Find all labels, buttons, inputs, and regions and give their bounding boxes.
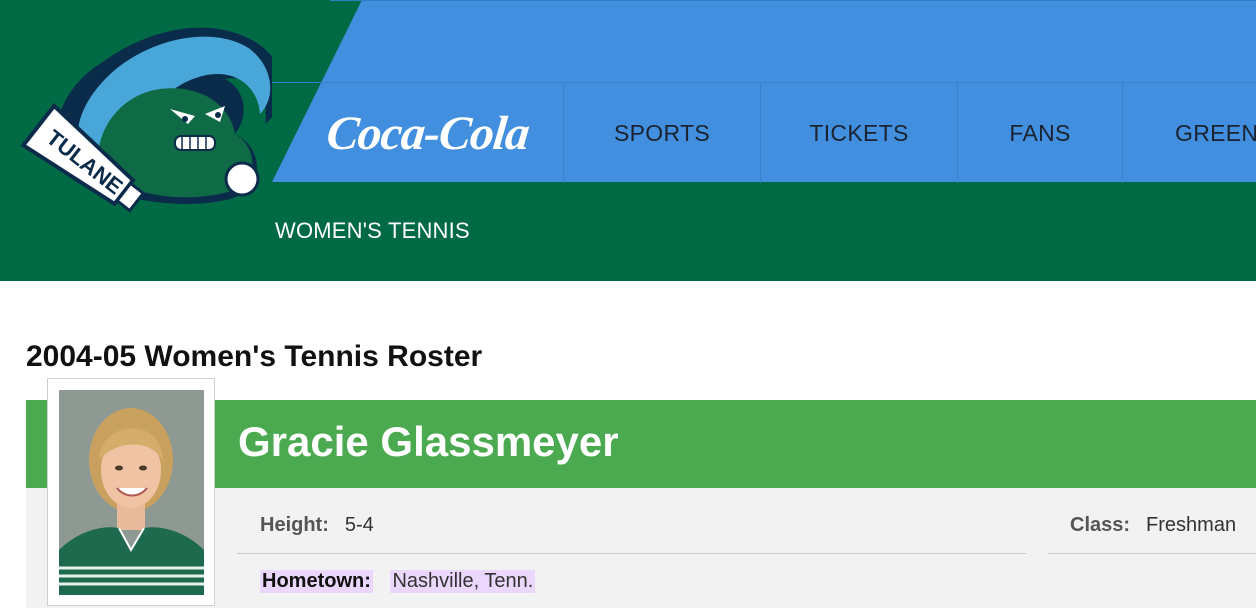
hometown-separator (379, 570, 385, 593)
hometown-field: Hometown: Nashville, Tenn. (260, 570, 536, 593)
player-photo (59, 390, 204, 595)
height-value: 5-4 (344, 514, 374, 536)
class-label: Class: (1070, 514, 1131, 536)
info-divider (237, 553, 1026, 554)
hometown-label: Hometown: (260, 570, 373, 593)
info-divider (1048, 553, 1256, 554)
nav-fans[interactable]: FANS (957, 83, 1122, 183)
player-name: Gracie Glassmeyer (238, 418, 619, 465)
sponsor-wordmark: Coca-Cola (323, 106, 532, 160)
nav-sports[interactable]: SPORTS (563, 83, 760, 183)
sponsor-logo[interactable]: Coca-Cola (272, 83, 563, 183)
class-value: Freshman (1146, 514, 1237, 536)
nav-green[interactable]: GREEN (1122, 83, 1256, 183)
site-header: Coca-Cola SPORTS TICKETS FANS GREEN WOME… (0, 0, 1256, 281)
height-label: Height: (260, 514, 329, 536)
top-strip (330, 0, 1256, 1)
class-field: Class: Freshman (1070, 514, 1236, 537)
height-field: Height: 5-4 (260, 514, 374, 537)
player-photo-frame (47, 378, 215, 606)
sport-title[interactable]: WOMEN'S TENNIS (275, 218, 470, 244)
tulane-wave-logo[interactable]: TULANE (20, 14, 272, 214)
nav-tickets[interactable]: TICKETS (760, 83, 957, 183)
main-nav: Coca-Cola SPORTS TICKETS FANS GREEN (272, 82, 1256, 183)
page-title: 2004-05 Women's Tennis Roster (26, 340, 483, 373)
hometown-value: Nashville, Tenn. (390, 570, 536, 593)
